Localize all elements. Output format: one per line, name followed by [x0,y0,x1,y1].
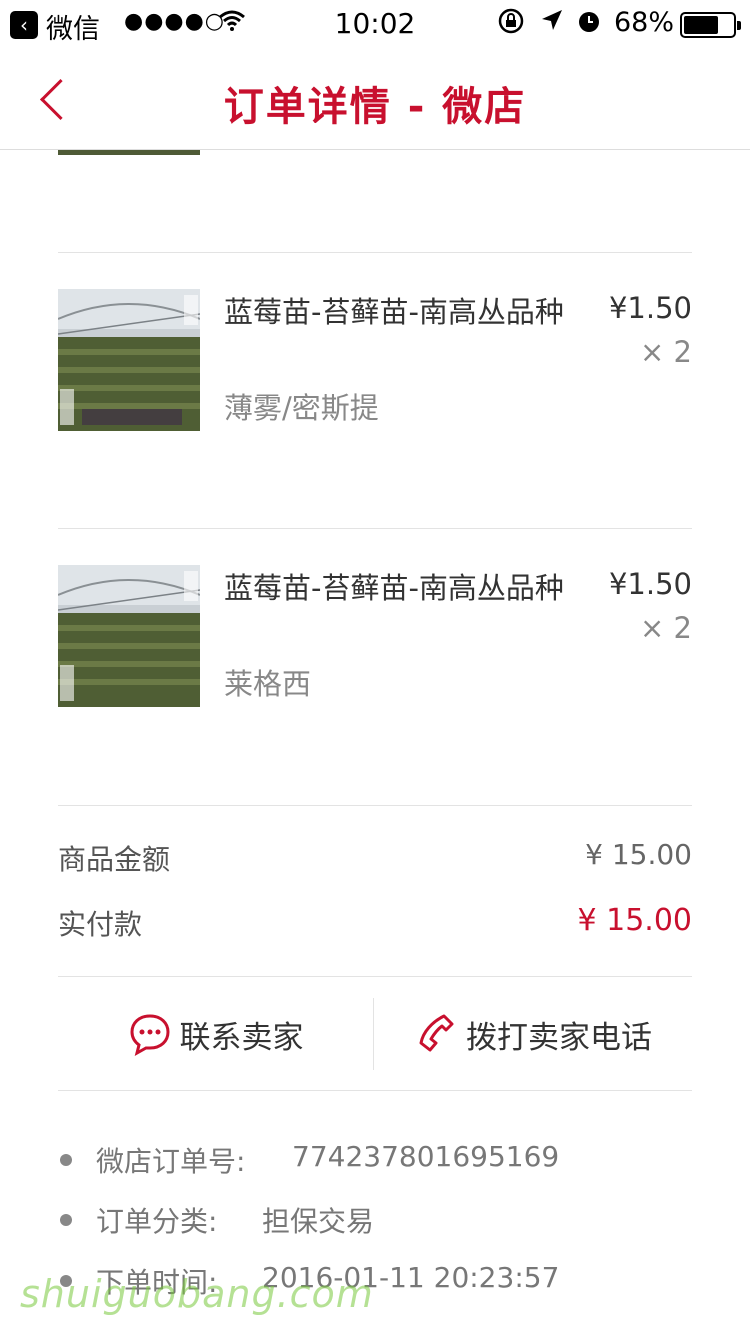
bullet-icon [60,1154,72,1166]
divider [58,976,692,977]
order-number-value[interactable]: 774237801695169 [292,1140,559,1173]
divider [58,528,692,529]
battery-percent: 68% [614,7,675,38]
status-bar: ‹ 微信 ●●●●○ 10:02 68% [0,0,750,50]
paid-amount-value: ¥ 15.00 [577,903,692,938]
order-number-label: 微店订单号: [96,1145,246,1178]
order-item[interactable]: 蓝莓苗-苔藓苗-南高丛品种 莱格西 ¥1.50 × 2 [58,565,692,710]
order-item[interactable]: 蓝莓苗-苔藓苗-南高丛品种 薄雾/密斯提 ¥1.50 × 2 [58,289,692,434]
order-type-label: 订单分类: [96,1205,218,1238]
call-seller-label: 拨打卖家电话 [466,1019,652,1056]
order-number-row: 微店订单号: 774237801695169 [58,1140,692,1180]
chat-bubble-icon [129,1014,170,1056]
alarm-icon [576,8,602,40]
nav-bar: 订单详情 - 微店 [0,50,750,150]
bullet-icon [60,1214,72,1226]
goods-amount-value: ¥ 15.00 [585,838,692,871]
item-name: 蓝莓苗-苔藓苗-南高丛品种 [224,295,564,329]
location-arrow-icon [540,8,564,38]
order-type-value: 担保交易 [262,1205,375,1238]
divider [58,1090,692,1091]
item-price: ¥1.50 [608,291,692,325]
contact-seller-label: 联系卖家 [179,1019,304,1056]
item-quantity: × 2 [640,611,692,645]
watermark: shuiguobang.com [20,1272,374,1316]
goods-amount-label: 商品金额 [58,843,171,876]
call-seller-button[interactable]: 拨打卖家电话 [374,978,692,1090]
seller-actions: 联系卖家 拨打卖家电话 [58,978,692,1090]
battery-icon [680,12,741,38]
phone-icon [419,1014,454,1052]
product-thumbnail[interactable] [58,289,200,431]
divider [58,805,692,806]
paid-amount-label: 实付款 [58,908,143,941]
item-spec: 薄雾/密斯提 [224,391,379,425]
paid-amount-row: 实付款 ¥ 15.00 [58,903,692,943]
divider [58,252,692,253]
item-quantity: × 2 [640,335,692,369]
goods-amount-row: 商品金额 ¥ 15.00 [58,838,692,878]
item-name: 蓝莓苗-苔藓苗-南高丛品种 [224,571,564,605]
page-title: 订单详情 - 微店 [223,84,527,130]
order-type-row: 订单分类: 担保交易 [58,1200,692,1240]
item-spec: 莱格西 [224,667,312,701]
rotation-lock-icon [498,8,524,40]
previous-item-thumbnail[interactable] [58,150,200,155]
item-price: ¥1.50 [608,567,692,601]
contact-seller-button[interactable]: 联系卖家 [58,978,373,1090]
product-thumbnail[interactable] [58,565,200,707]
